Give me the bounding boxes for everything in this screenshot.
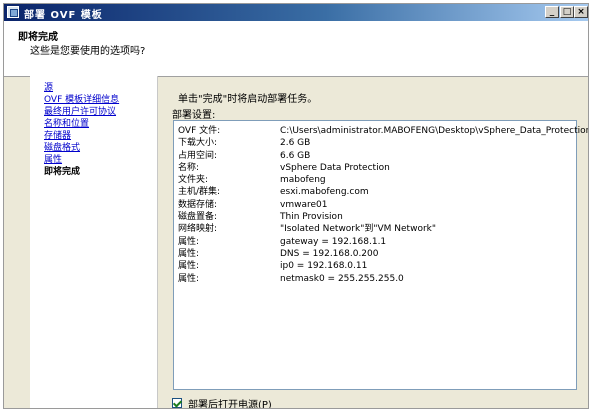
settings-value: gateway = 192.168.1.1	[280, 236, 387, 247]
settings-row: 属性: DNS = 192.168.0.200	[174, 248, 576, 260]
nav-step-disk-format[interactable]: 磁盘格式	[30, 142, 157, 154]
settings-value: netmask0 = 255.255.255.0	[280, 273, 404, 284]
settings-value: Thin Provision	[280, 212, 343, 223]
settings-value: vmware01	[280, 199, 328, 210]
settings-row: OVF 文件: C:\Users\administrator.MABOFENG\…	[174, 125, 588, 137]
settings-value: esxi.mabofeng.com	[280, 187, 369, 198]
power-on-option[interactable]: 部署后打开电源(P)	[172, 396, 272, 409]
maximize-button[interactable]: □	[560, 6, 574, 18]
main-panel: 单击"完成"时将启动部署任务。 部署设置: OVF 文件: C:\Users\a…	[160, 76, 588, 409]
settings-value: mabofeng	[280, 175, 326, 186]
window-title: 部署 OVF 模板	[24, 10, 103, 21]
nav-step-properties[interactable]: 属性	[30, 154, 157, 166]
wizard-steps-nav: 源 OVF 模板详细信息 最终用户许可协议 名称和位置 存储器 磁盘格式 属性 …	[30, 76, 158, 408]
page-title: 即将完成	[18, 32, 58, 43]
nav-step-storage[interactable]: 存储器	[30, 130, 157, 142]
title-bar[interactable]: 部署 OVF 模板 _ □ ×	[4, 4, 588, 21]
nav-step-ovf-details[interactable]: OVF 模板详细信息	[30, 94, 157, 106]
settings-row: 网络映射: "Isolated Network"到"VM Network"	[174, 223, 576, 235]
app-icon	[7, 6, 19, 18]
intro-text: 单击"完成"时将启动部署任务。	[178, 94, 318, 105]
settings-row: 主机/群集: esxi.mabofeng.com	[174, 186, 576, 198]
settings-row: 磁盘置备: Thin Provision	[174, 211, 576, 223]
close-button[interactable]: ×	[574, 6, 588, 18]
nav-step-source[interactable]: 源	[30, 82, 157, 94]
settings-label: 部署设置:	[172, 110, 216, 121]
settings-value: vSphere Data Protection	[280, 162, 390, 173]
page-subtitle: 这些是您要使用的选项吗?	[30, 46, 146, 57]
nav-step-ready-to-complete: 即将完成	[44, 167, 81, 177]
power-on-checkbox[interactable]	[172, 398, 182, 408]
settings-key: 网络映射:	[178, 224, 218, 235]
nav-step-eula[interactable]: 最终用户许可协议	[30, 106, 157, 118]
settings-row: 名称: vSphere Data Protection	[174, 162, 576, 174]
power-on-label[interactable]: 部署后打开电源(P)	[188, 396, 272, 409]
wizard-header: 即将完成 这些是您要使用的选项吗?	[4, 21, 588, 77]
settings-row: 占用空间: 6.6 GB	[174, 150, 576, 162]
settings-key: 数据存储:	[178, 199, 218, 210]
settings-list: OVF 文件: C:\Users\administrator.MABOFENG\…	[173, 120, 588, 390]
settings-key: 下载大小:	[178, 138, 218, 149]
settings-key: 属性:	[178, 261, 200, 272]
settings-key: 主机/群集:	[178, 187, 221, 198]
settings-value: 2.6 GB	[280, 138, 311, 149]
nav-step-name-location[interactable]: 名称和位置	[30, 118, 157, 130]
settings-value: ip0 = 192.168.0.11	[280, 261, 368, 272]
settings-row: 属性: gateway = 192.168.1.1	[174, 236, 576, 248]
settings-key: 属性:	[178, 273, 200, 284]
settings-row: 属性: ip0 = 192.168.0.11	[174, 260, 576, 272]
minimize-button[interactable]: _	[545, 6, 559, 18]
settings-key: 占用空间:	[178, 150, 218, 161]
settings-value: C:\Users\administrator.MABOFENG\Desktop\…	[280, 126, 589, 136]
settings-row: 数据存储: vmware01	[174, 199, 576, 211]
settings-key: 文件夹:	[178, 175, 209, 186]
settings-key: 属性:	[178, 236, 200, 247]
settings-key: 名称:	[178, 162, 200, 173]
settings-row: 文件夹: mabofeng	[174, 174, 576, 186]
settings-value: 6.6 GB	[280, 150, 311, 161]
settings-value: DNS = 192.168.0.200	[280, 248, 379, 259]
settings-key: 属性:	[178, 248, 200, 259]
settings-row: 下载大小: 2.6 GB	[174, 137, 576, 149]
settings-row: 属性: netmask0 = 255.255.255.0	[174, 273, 576, 285]
settings-key: 磁盘置备:	[178, 212, 218, 223]
deploy-ovf-window: 部署 OVF 模板 _ □ × 即将完成 这些是您要使用的选项吗? 源 OVF …	[3, 3, 589, 409]
settings-key: OVF 文件:	[178, 126, 221, 136]
settings-value: "Isolated Network"到"VM Network"	[280, 224, 437, 235]
